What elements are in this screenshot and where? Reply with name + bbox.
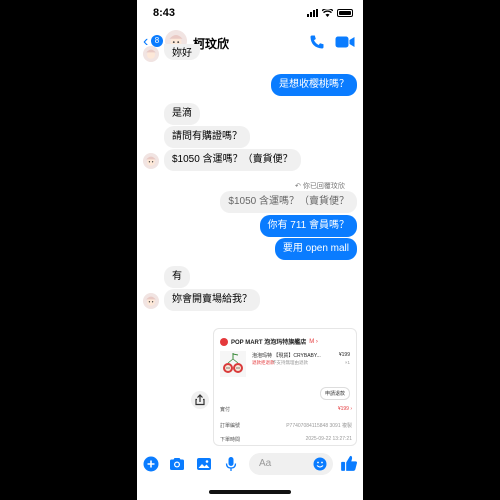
image-icon[interactable]	[196, 456, 212, 472]
shop-logo-icon	[220, 337, 228, 346]
phone-icon[interactable]	[309, 34, 325, 50]
status-time: 8:43	[153, 7, 176, 19]
message-text: 你有 711 會員嗎？	[267, 220, 350, 231]
row-label: 實付	[220, 407, 231, 413]
message-bubble-outgoing[interactable]: 你有 711 會員嗎？	[259, 215, 357, 237]
message-input-placeholder: Aa	[259, 458, 272, 469]
order-row-time: 下單時間 2025-09-22 13:27:21	[220, 436, 352, 443]
message-bubble-incoming[interactable]: $1050 含運嗎？（賣貨便？	[164, 149, 301, 171]
row-value: 2025-09-22 13:27:21	[305, 436, 352, 442]
shop-row: POP MART 泡泡玛特旗艦店 M ›	[220, 337, 318, 346]
order-row-paid: 實付 ¥199 ›	[220, 406, 352, 413]
message-bubble-outgoing[interactable]: 是想收樱桃嗎？	[271, 74, 357, 96]
share-icon	[195, 394, 205, 406]
home-indicator	[209, 490, 291, 494]
shop-tag: M ›	[309, 338, 318, 345]
reply-arrow-icon: ↶	[295, 183, 301, 190]
message-input[interactable]: Aa	[249, 453, 333, 475]
plus-icon[interactable]	[143, 456, 159, 472]
sender-avatar	[143, 153, 159, 169]
reply-note-text: 你已回覆玟欣	[302, 183, 345, 190]
refund-button: 申請退款	[319, 387, 350, 400]
message-bubble-incoming[interactable]: 是滴	[164, 103, 200, 125]
share-button[interactable]	[191, 391, 209, 409]
video-icon[interactable]	[335, 35, 355, 49]
message-bubble-incoming[interactable]: 有	[164, 266, 190, 288]
message-text: $1050 含運嗎？（賣貨便？	[172, 154, 293, 165]
message-text: 是想收樱桃嗎？	[279, 79, 349, 90]
composer-bar: Aa	[137, 451, 363, 477]
product-title: 泡泡玛特 【現貨】CRYBABY...	[252, 353, 321, 359]
wifi-icon	[322, 9, 333, 17]
message-text: 是滴	[172, 108, 192, 119]
message-bubble-outgoing[interactable]: 要用 open mall	[274, 238, 357, 260]
status-bar: 8:43	[137, 0, 363, 28]
order-screenshot-card[interactable]: POP MART 泡泡玛特旗艦店 M › 泡泡玛特 【現貨】CRYBABY...…	[213, 328, 357, 446]
product-subtext: 不支持無理由退款	[272, 360, 308, 365]
quoted-message[interactable]: $1050 含運嗎？（賣貨便？	[220, 191, 357, 213]
mic-icon[interactable]	[223, 456, 239, 472]
emoji-icon[interactable]	[313, 457, 327, 471]
row-value: P77407084115848 3091 複製	[286, 423, 352, 429]
phone-screen: 8:43 ‹ 8 柯玟欣 妳好 是想收樱桃嗎？ 是滴 請問有購證嗎？ $1050…	[137, 0, 363, 500]
row-label: 下單時間	[220, 437, 241, 443]
row-value: ¥199 ›	[337, 406, 352, 412]
quoted-text: $1050 含運嗎？（賣貨便？	[228, 196, 349, 207]
message-text: 妳好	[172, 48, 192, 59]
sender-avatar	[143, 46, 159, 62]
signal-icon	[307, 9, 318, 17]
reply-note: ↶ 你已回覆玟欣	[295, 181, 345, 191]
message-bubble-incoming[interactable]: 請問有購證嗎？	[164, 126, 250, 148]
message-text: 妳會開賣場給我？	[172, 294, 252, 305]
message-text: 要用 open mall	[282, 243, 349, 254]
shop-name: POP MART 泡泡玛特旗艦店	[231, 340, 307, 346]
order-row-number: 訂單編號 P77407084115848 3091 複製	[220, 422, 352, 429]
product-quantity: ×1	[344, 360, 350, 365]
camera-icon[interactable]	[169, 456, 185, 472]
product-price: ¥199	[338, 352, 350, 358]
thumbs-up-icon[interactable]	[340, 454, 358, 472]
message-bubble-incoming[interactable]: 妳會開賣場給我？	[164, 289, 260, 311]
unread-badge: 8	[151, 35, 163, 47]
message-text: 請問有購證嗎？	[172, 131, 242, 142]
message-bubble-partial[interactable]: 妳好	[164, 44, 200, 60]
product-image	[220, 351, 246, 377]
battery-icon	[337, 9, 353, 17]
row-label: 訂單編號	[220, 423, 241, 429]
status-icons	[307, 9, 353, 17]
sender-avatar	[143, 293, 159, 309]
message-text: 有	[172, 271, 182, 282]
